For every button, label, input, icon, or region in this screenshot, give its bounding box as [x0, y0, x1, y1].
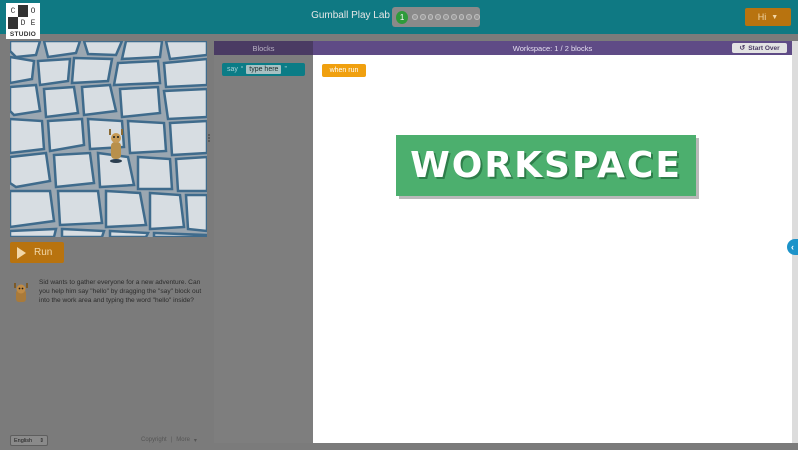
say-keyword: say	[227, 66, 238, 73]
logo-letter-c: C	[10, 6, 16, 16]
progress-dot[interactable]	[458, 14, 465, 20]
progress-dot[interactable]	[435, 14, 442, 20]
ground-tiles	[10, 41, 207, 237]
workspace-header: Workspace: 1 / 2 blocks	[313, 41, 792, 55]
logo-grid: C O D E	[8, 5, 38, 29]
progress-current-puzzle[interactable]: 1	[396, 10, 409, 24]
toolbox[interactable]	[214, 55, 313, 443]
instructions-text: Sid wants to gather everyone for a new a…	[39, 279, 202, 304]
caret-down-icon: ▼	[771, 13, 779, 21]
reset-arrow-icon: ↺	[739, 45, 746, 52]
level-title: Gumball Play Lab	[311, 10, 390, 21]
close-quote-icon: ”	[284, 66, 287, 73]
code-studio-logo[interactable]: C O D E STUDIO	[6, 3, 40, 39]
when-run-block[interactable]: when run	[322, 64, 366, 77]
progress-dot[interactable]	[466, 14, 473, 20]
progress-dot[interactable]	[474, 14, 480, 20]
select-arrows-icon: ⇕	[39, 437, 44, 444]
copyright-link[interactable]: Copyright	[141, 437, 167, 444]
toolbox-header: Blocks	[214, 41, 313, 55]
sid-avatar-icon	[14, 283, 28, 302]
logo-studio-text: STUDIO	[9, 31, 37, 38]
workspace-banner: WORKSPACE	[396, 135, 696, 196]
run-label: Run	[34, 247, 53, 258]
play-triangle-icon	[17, 246, 26, 259]
bottom-strip	[214, 443, 798, 450]
workspace-area[interactable]	[313, 55, 792, 443]
start-over-button[interactable]: ↺ Start Over	[732, 43, 787, 53]
cracked-ground-scene	[10, 41, 207, 237]
top-header: C O D E STUDIO Gumball Play Lab 1 Hi ▼	[0, 0, 798, 39]
say-block[interactable]: say “ type here ”	[222, 63, 305, 76]
chevron-left-icon[interactable]: ‹	[787, 239, 798, 255]
caret-down-icon: ▾	[193, 438, 197, 444]
more-link[interactable]: More	[176, 437, 190, 444]
start-over-label: Start Over	[748, 44, 780, 52]
logo-letter-o: O	[30, 6, 36, 16]
language-value: English	[14, 437, 33, 444]
logo-block	[8, 17, 18, 29]
say-text-field[interactable]: type here	[246, 65, 282, 74]
progress-dot[interactable]	[443, 14, 449, 20]
language-select[interactable]: English ⇕	[10, 435, 48, 446]
progress-dot[interactable]	[427, 14, 434, 20]
logo-block	[18, 5, 28, 17]
run-button[interactable]: Run	[10, 242, 64, 263]
progress-dot[interactable]	[419, 14, 426, 20]
logo-letter-d: D	[20, 18, 26, 28]
puzzle-progress: 1	[392, 7, 480, 27]
footer-links: Copyright | More ▾	[141, 437, 197, 444]
logo-letter-e: E	[30, 18, 36, 28]
progress-dot[interactable]	[450, 14, 457, 20]
user-menu-button[interactable]: Hi ▼	[745, 8, 791, 26]
progress-dot[interactable]	[412, 14, 418, 20]
panel-resize-handle[interactable]	[208, 134, 211, 144]
game-visualization[interactable]	[10, 41, 207, 237]
open-quote-icon: “	[240, 66, 244, 73]
user-menu-label: Hi	[757, 12, 767, 22]
footer-separator: |	[170, 437, 173, 443]
